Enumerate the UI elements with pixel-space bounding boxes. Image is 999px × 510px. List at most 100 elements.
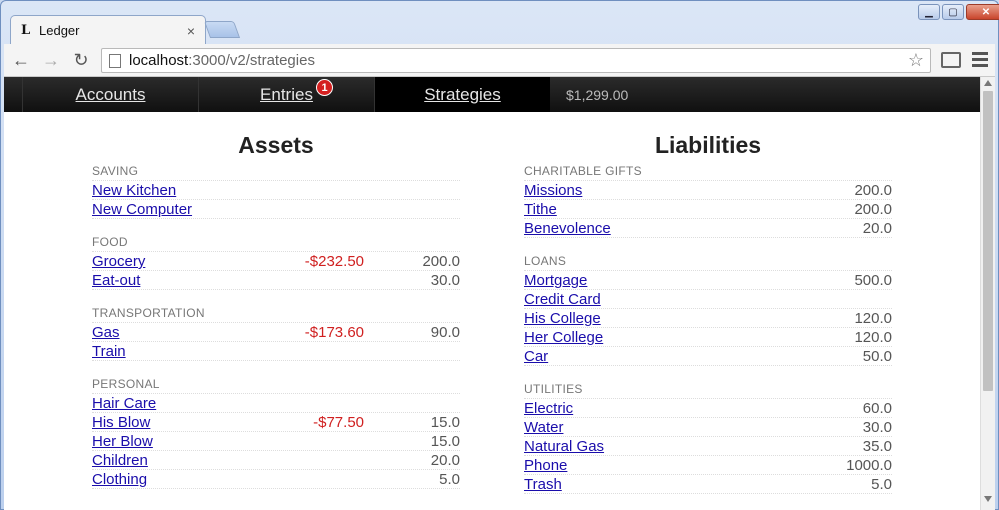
budget-amount: 35.0 <box>862 438 892 455</box>
budget-amount: 30.0 <box>862 419 892 436</box>
budget-item-link[interactable]: Gas <box>92 324 120 341</box>
budget-item-link[interactable]: Tithe <box>524 201 557 218</box>
budget-item-link[interactable]: New Kitchen <box>92 182 176 199</box>
budget-item-link[interactable]: Grocery <box>92 253 145 270</box>
category-title: SAVING <box>92 162 460 181</box>
browser-toolbar: ← → ↻ localhost:3000/v2/strategies ☆ <box>4 44 995 77</box>
budget-amount: 500.0 <box>854 272 892 289</box>
budget-item-link[interactable]: Train <box>92 343 126 360</box>
budget-item-link[interactable]: His College <box>524 310 601 327</box>
liabilities-title: Liabilities <box>654 132 762 158</box>
category-group: UTILITIES Electric 60.0 Water 30.0 Natural Ga… <box>524 380 892 494</box>
budget-amount: 30.0 <box>430 272 460 289</box>
budget-item-link[interactable]: Her Blow <box>92 433 153 450</box>
budget-row: Hair Care <box>92 394 460 413</box>
budget-amount: 200.0 <box>854 201 892 218</box>
maximize-button[interactable]: ▢ <box>942 4 964 20</box>
budget-item-link[interactable]: Natural Gas <box>524 438 604 455</box>
scroll-down-icon[interactable] <box>984 496 992 502</box>
url-text[interactable]: localhost:3000/v2/strategies <box>129 52 908 69</box>
budget-amount: 50.0 <box>862 348 892 365</box>
url-host: localhost <box>129 52 189 69</box>
forward-icon[interactable]: → <box>38 47 64 73</box>
budget-amount: 1000.0 <box>846 457 892 474</box>
budget-row: Tithe 200.0 <box>524 200 892 219</box>
ledger-favicon-icon: L <box>21 23 31 38</box>
budget-row: Benevolence 20.0 <box>524 219 892 238</box>
budget-amount: 200.0 <box>854 182 892 199</box>
address-bar[interactable]: localhost:3000/v2/strategies ☆ <box>101 48 931 73</box>
budget-amount: 200.0 <box>422 253 460 270</box>
scrollbar[interactable] <box>980 77 995 510</box>
browser-tab[interactable]: L Ledger × <box>10 15 206 45</box>
category-title: UTILITIES <box>524 380 892 399</box>
budget-item-link[interactable]: Hair Care <box>92 395 156 412</box>
category-group: CHARITABLE GIFTS Missions 200.0 Tithe 200.0 B… <box>524 162 892 238</box>
budget-item-link[interactable]: Water <box>524 419 563 436</box>
category-group: LOANS Mortgage 500.0 Credit Card His College… <box>524 252 892 366</box>
budget-amount: 15.0 <box>430 414 460 431</box>
minimize-button[interactable]: ▁ <box>918 4 940 20</box>
budget-amount: 90.0 <box>430 324 460 341</box>
budget-row: Trash 5.0 <box>524 475 892 494</box>
page-content: Accounts Entries 1 Strategies $1,299.00 … <box>4 77 980 510</box>
budget-item-link[interactable]: Credit Card <box>524 291 601 308</box>
budget-row: Water 30.0 <box>524 418 892 437</box>
tab-strategies-label: Strategies <box>424 84 501 104</box>
budget-amount: 120.0 <box>854 310 892 327</box>
budget-row: Grocery -$232.50 200.0 <box>92 252 460 271</box>
bookmark-star-icon[interactable]: ☆ <box>908 50 924 71</box>
tab-entries[interactable]: Entries 1 <box>198 77 374 112</box>
budget-item-link[interactable]: Eat-out <box>92 272 140 289</box>
reload-icon[interactable]: ↻ <box>68 47 94 73</box>
spent-amount: -$173.60 <box>304 324 364 341</box>
budget-amount: 20.0 <box>430 452 460 469</box>
app-nav: Accounts Entries 1 Strategies $1,299.00 <box>4 77 980 112</box>
budget-row: Credit Card <box>524 290 892 309</box>
budget-item-link[interactable]: Clothing <box>92 471 147 488</box>
budget-row: Car 50.0 <box>524 347 892 366</box>
back-icon[interactable]: ← <box>8 47 34 73</box>
budget-item-link[interactable]: Trash <box>524 476 562 493</box>
budget-item-link[interactable]: Missions <box>524 182 582 199</box>
budget-row: Her College 120.0 <box>524 328 892 347</box>
tab-accounts[interactable]: Accounts <box>22 77 198 112</box>
spent-amount: -$232.50 <box>304 253 364 270</box>
chrome-menu-icon[interactable] <box>972 52 988 67</box>
cast-icon[interactable] <box>941 52 961 68</box>
budget-item-link[interactable]: Benevolence <box>524 220 611 237</box>
url-path: :3000/v2/strategies <box>188 52 315 69</box>
budget-row: Children 20.0 <box>92 451 460 470</box>
budget-item-link[interactable]: Car <box>524 348 548 365</box>
budget-item-link[interactable]: Mortgage <box>524 272 587 289</box>
budget-row: Natural Gas 35.0 <box>524 437 892 456</box>
tab-close-icon[interactable]: × <box>187 23 195 39</box>
budget-item-link[interactable]: New Computer <box>92 201 192 218</box>
budget-item-link[interactable]: Children <box>92 452 148 469</box>
budget-item-link[interactable]: His Blow <box>92 414 150 431</box>
window-controls: ▁ ▢ ✕ <box>918 4 999 20</box>
category-title: CHARITABLE GIFTS <box>524 162 892 181</box>
category-group: TRANSPORTATION Gas -$173.60 90.0 Train <box>92 304 460 361</box>
budget-amount: 5.0 <box>871 476 892 493</box>
new-tab-button[interactable] <box>203 21 241 38</box>
budget-item-link[interactable]: Phone <box>524 457 567 474</box>
scroll-thumb[interactable] <box>983 91 993 391</box>
assets-column: Assets SAVING New Kitchen New Computer FOOD… <box>92 112 460 489</box>
budget-row: New Computer <box>92 200 460 219</box>
scroll-up-icon[interactable] <box>984 80 992 86</box>
assets-title: Assets <box>238 132 314 158</box>
tab-entries-label: Entries <box>260 84 313 104</box>
category-title: PERSONAL <box>92 375 460 394</box>
budget-row: Missions 200.0 <box>524 181 892 200</box>
tab-strategies[interactable]: Strategies <box>374 77 550 112</box>
budget-item-link[interactable]: Her College <box>524 329 603 346</box>
budget-amount: 20.0 <box>862 220 892 237</box>
budget-item-link[interactable]: Electric <box>524 400 573 417</box>
budget-row: Gas -$173.60 90.0 <box>92 323 460 342</box>
budget-row: Clothing 5.0 <box>92 470 460 489</box>
budget-amount: 5.0 <box>439 471 460 488</box>
category-group: PERSONAL Hair Care His Blow -$77.50 15.0 Her … <box>92 375 460 489</box>
liabilities-column: Liabilities CHARITABLE GIFTS Missions 200.… <box>524 112 892 494</box>
window-close-button[interactable]: ✕ <box>966 4 999 20</box>
